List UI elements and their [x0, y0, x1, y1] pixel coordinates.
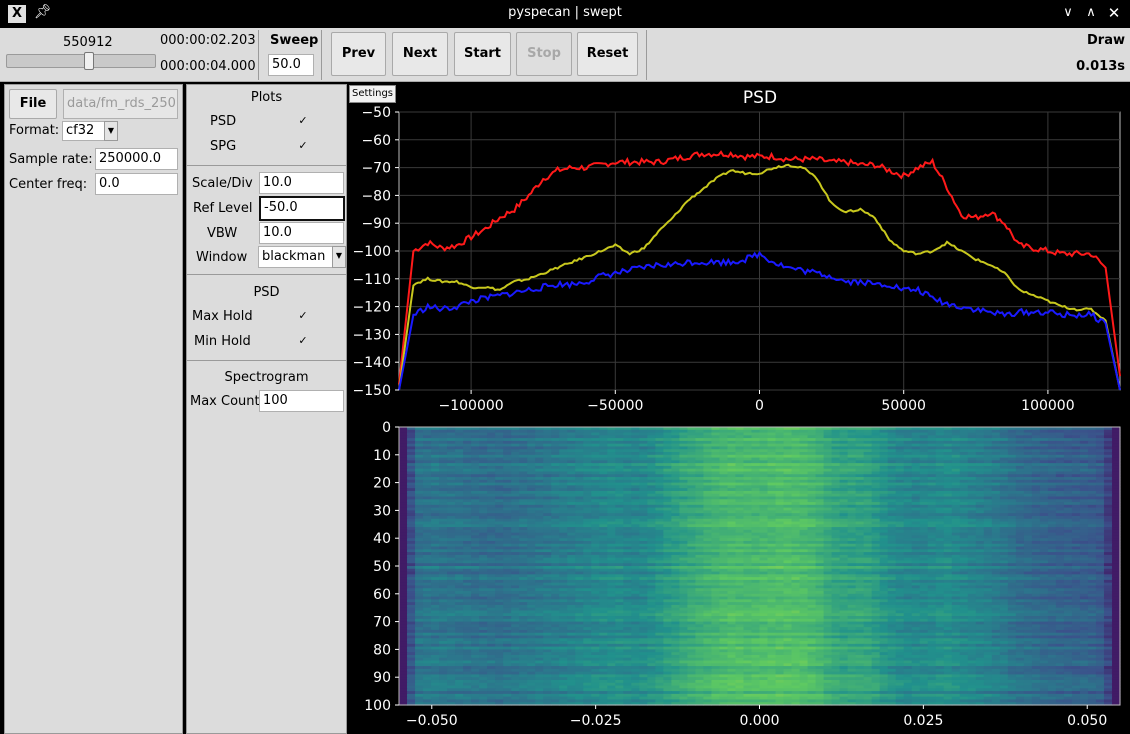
center-freq-input[interactable]: 0.0 [95, 173, 178, 195]
scale-div-label: Scale/Div [192, 176, 253, 191]
window-titlebar: X 📌︎ pyspecan | swept ∨ ∧ ✕ [0, 0, 1130, 28]
close-icon[interactable]: ✕ [1104, 3, 1124, 23]
max-count-input[interactable]: 100 [259, 390, 344, 412]
window-label: Window [196, 250, 248, 265]
min-hold-label: Min Hold [194, 334, 251, 349]
psd-xtick-label: −50000 [587, 398, 643, 414]
min-hold-checkbox[interactable]: ✓ [298, 335, 308, 346]
psd-xtick-label: −100000 [439, 398, 504, 414]
spectrogram [399, 427, 1121, 706]
plots-canvas: PSD −100000 −50000 0 50000 100000 −50 −60 −70 −8… [353, 88, 1121, 729]
window-select[interactable]: blackman [258, 246, 334, 268]
psd-ytick-label: −150 [353, 383, 391, 399]
max-hold-label: Max Hold [192, 309, 253, 324]
maximize-icon[interactable]: ∧ [1081, 3, 1101, 23]
minimize-icon[interactable]: ∨ [1058, 3, 1078, 23]
sample-index: 550912 [63, 35, 113, 50]
psd-ytick-label: −110 [353, 272, 391, 288]
draw-time: 0.013s [1076, 59, 1125, 74]
psd-ytick-label: −50 [361, 105, 391, 121]
divider [187, 360, 346, 361]
max-hold-checkbox[interactable]: ✓ [298, 310, 308, 321]
sample-rate-label: Sample rate: [9, 152, 93, 167]
toolbar: 550912 000:00:02.203 000:00:04.000 Sweep… [0, 28, 1130, 82]
plots-title: Plots [250, 90, 283, 105]
vbw-label: VBW [207, 226, 238, 241]
psd-xtick-label: 0 [755, 398, 764, 414]
spectrogram-title: Spectrogram [224, 370, 309, 385]
draw-label: Draw [1087, 33, 1125, 48]
sweep-input[interactable]: 50.0 [268, 54, 314, 76]
psd-xtick-label: 100000 [1021, 398, 1074, 414]
file-button[interactable]: File [9, 89, 57, 119]
ref-level-label: Ref Level [193, 201, 253, 216]
psd-toggle-label: PSD [210, 114, 237, 129]
psd-xtick-label: 50000 [881, 398, 926, 414]
psd-ytick-label: −60 [361, 133, 391, 149]
window-title: pyspecan | swept [508, 5, 622, 20]
ref-level-input[interactable]: -50.0 [259, 196, 345, 221]
chevron-down-icon[interactable]: ▼ [104, 121, 118, 141]
max-count-label: Max Count [190, 394, 260, 409]
time-total: 000:00:04.000 [160, 59, 256, 74]
plot-area: PSD −100000 −50000 0 50000 100000 −50 −60 −70 −8… [347, 82, 1130, 734]
toolbar-separator [646, 30, 647, 80]
chevron-down-icon[interactable]: ▼ [332, 246, 346, 268]
format-select[interactable]: cf32 [62, 121, 108, 141]
psd-checkbox[interactable]: ✓ [298, 115, 308, 126]
time-slider[interactable] [6, 52, 156, 70]
scale-div-input[interactable]: 10.0 [259, 172, 344, 194]
vbw-input[interactable]: 10.0 [259, 222, 344, 244]
psd-ytick-label: −120 [353, 300, 391, 316]
format-label: Format: [9, 123, 60, 138]
divider [187, 274, 346, 275]
psd-ytick-label: −90 [361, 216, 391, 232]
stop-button[interactable]: Stop [516, 32, 572, 76]
sample-rate-input[interactable]: 250000.0 [95, 148, 178, 170]
psd-chart-title: PSD [743, 88, 777, 108]
file-panel: File data/fm_rds_250k Format: cf32 ▼ Sam… [4, 84, 183, 734]
psd-ytick-label: −80 [361, 188, 391, 204]
prev-button[interactable]: Prev [331, 32, 386, 76]
psd-ytick-label: −130 [353, 327, 391, 343]
time-current: 000:00:02.203 [160, 33, 256, 48]
psd-ytick-label: −100 [353, 244, 391, 260]
settings-panel: Plots PSD ✓ SPG ✓ Scale/Div 10.0 Ref Lev… [186, 84, 347, 734]
center-freq-label: Center freq: [9, 177, 88, 192]
divider [187, 165, 346, 166]
next-button[interactable]: Next [392, 32, 448, 76]
start-button[interactable]: Start [454, 32, 511, 76]
spg-checkbox[interactable]: ✓ [298, 140, 308, 151]
spg-toggle-label: SPG [210, 139, 237, 154]
psd-section-title: PSD [253, 285, 280, 300]
sweep-label: Sweep [270, 33, 319, 48]
psd-ytick-label: −140 [353, 355, 391, 371]
file-path-field[interactable]: data/fm_rds_250k [63, 89, 178, 119]
toolbar-separator [258, 30, 259, 80]
toolbar-separator [321, 30, 322, 80]
slider-thumb[interactable] [84, 52, 94, 70]
reset-button[interactable]: Reset [577, 32, 638, 76]
psd-ytick-label: −70 [361, 161, 391, 177]
